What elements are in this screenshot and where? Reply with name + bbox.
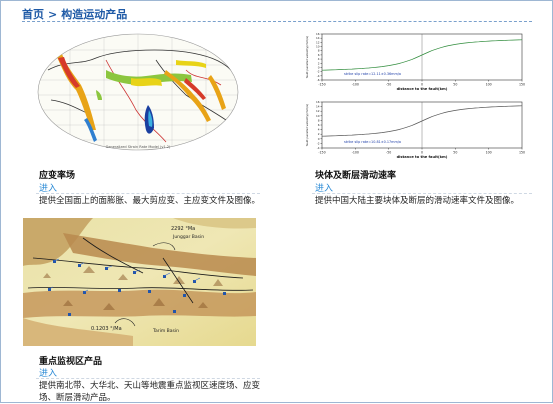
breadcrumb-current: 构造运动产品 (61, 8, 128, 21)
chart-y-tick-label: -4 (317, 146, 320, 150)
chart-x-tick-label: 100 (486, 83, 492, 87)
card-title-fault-slip: 块体及断层滑动速率 (315, 171, 397, 181)
chart-x-tick-label: 50 (453, 83, 457, 87)
chart-x-tick-label: 150 (519, 83, 525, 87)
chart-x-tick-label: -100 (352, 151, 359, 155)
chart-y-tick-label: -2 (317, 141, 320, 145)
breadcrumb-home-link[interactable]: 首页 (22, 6, 44, 22)
chart-x-tick-label: -100 (352, 83, 359, 87)
map-rate-label-a: 2292 °Ma (171, 226, 195, 232)
chart-x-tick-label: 100 (486, 151, 492, 155)
chart-y-tick-label: -6 (317, 78, 320, 82)
chart-x-tick-label: 0 (421, 83, 423, 87)
card-desc-key-region-line2: 场、断层滑动产品。 (39, 393, 116, 403)
card-desc-key-region-line1: 提供南北带、大华北、天山等地震重点监视区速度场、应变 (39, 381, 261, 391)
chart-y-tick-label: 14 (316, 105, 320, 109)
key-monitoring-region-map[interactable]: 2292 °Ma Junggar Basin 0.1203 °/Ma Tarim… (23, 218, 256, 346)
world-map-caption: Generalized Strain Rate Model (v1.2) (106, 145, 171, 149)
chart-y-axis-label: fault parallel velocity(mm/a) (305, 36, 309, 79)
header-divider (22, 21, 532, 22)
card-divider (36, 193, 260, 194)
chart-y-tick-label: 0 (318, 137, 320, 141)
card-desc-strain-rate: 提供全国面上的面膨胀、最大剪应变、主应变文件及图像。 (39, 196, 261, 206)
card-desc-fault-slip: 提供中国大陆主要块体及断层的滑动速率文件及图像。 (315, 196, 520, 206)
map-region-label-b: Tarim Basin (152, 328, 179, 334)
card-title-strain-rate: 应变率场 (39, 171, 76, 181)
chart-y-axis-label: fault parallel velocity(mm/a) (305, 104, 309, 147)
chart-y-tick-label: 8 (318, 118, 320, 122)
chart-x-tick-label: -50 (386, 83, 391, 87)
card-divider (36, 378, 260, 379)
chart-y-tick-label: 4 (318, 128, 320, 132)
chart-x-axis-label: distance to the fault(km) (397, 155, 448, 159)
chart-x-tick-label: 0 (421, 151, 423, 155)
fault-slip-rate-charts[interactable]: -150 -100 -50 0 50 100 150 16 14 12 10 8 6 4 2 0 -2 -4 -6 d… (300, 30, 528, 160)
chart-annotation: strike slip rate=10.81±0.17mm/a (344, 140, 401, 144)
map-region-label-a: Junggar Basin (172, 234, 204, 240)
chart-x-tick-label: 50 (453, 151, 457, 155)
chart-y-tick-label: 2 (318, 132, 320, 136)
breadcrumb-separator: > (48, 8, 58, 21)
chart-x-tick-label: -50 (386, 151, 391, 155)
chart-x-tick-label: -150 (318, 151, 325, 155)
card-desc-key-region: 提供南北带、大华北、天山等地震重点监视区速度场、应变 场、断层滑动产品。 (39, 380, 260, 404)
card-divider (312, 193, 532, 194)
chart-y-tick-label: 10 (316, 114, 320, 118)
chart-x-axis-label: distance to the fault(km) (397, 87, 448, 91)
chart-annotation: strike slip rate=12.11±0.36mm/a (344, 72, 401, 76)
breadcrumb: 首页 > 构造运动产品 (22, 6, 127, 22)
map-rate-label-b: 0.1203 °/Ma (91, 326, 122, 332)
chart-x-tick-label: -150 (318, 83, 325, 87)
chart-y-tick-label: 16 (316, 100, 320, 104)
chart-y-tick-label: 12 (316, 109, 320, 113)
strain-rate-map-image[interactable]: Generalized Strain Rate Model (v1.2) (36, 30, 240, 158)
chart-y-tick-label: 6 (318, 123, 320, 127)
chart-x-tick-label: 150 (519, 151, 525, 155)
